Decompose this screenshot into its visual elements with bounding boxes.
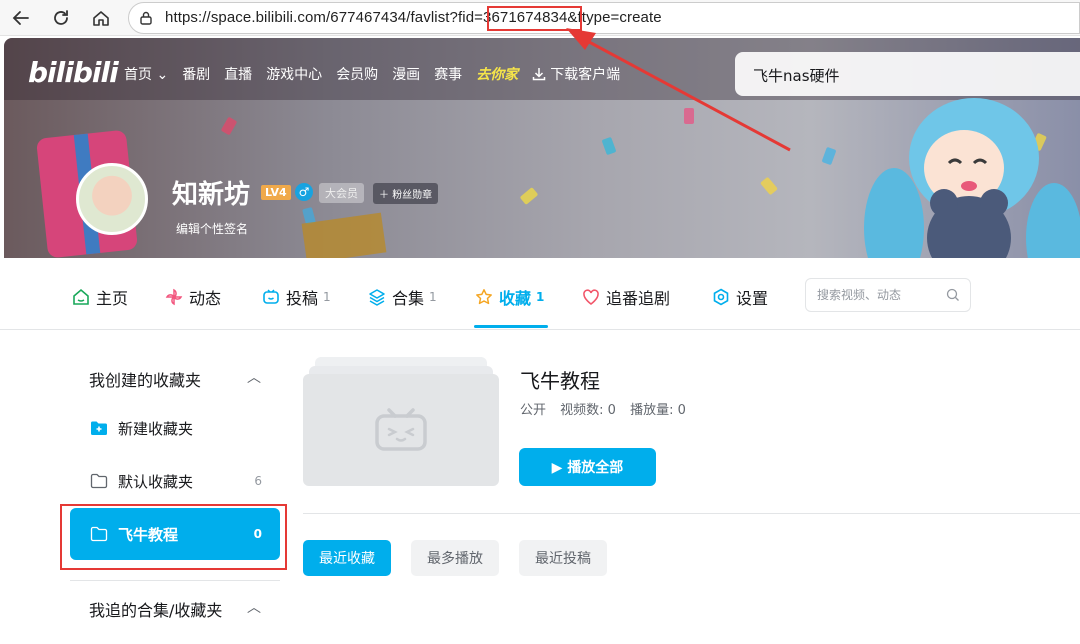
chevron-up-icon[interactable]: ︿ (247, 367, 261, 387)
active-tab-indicator (474, 325, 548, 328)
folder-highlight-box (60, 504, 287, 570)
bilibili-tv-placeholder-icon (375, 408, 427, 451)
sort-most-played[interactable]: 最多播放 (411, 540, 499, 576)
folder-video-count: 视频数: 0 (560, 403, 616, 418)
main-divider (303, 513, 1080, 514)
nav-match[interactable]: 赛事 (434, 64, 462, 84)
home-icon (72, 288, 90, 306)
nav-game[interactable]: 游戏中心 (266, 64, 322, 84)
folder-default[interactable]: 默认收藏夹 6 (70, 455, 280, 507)
chevron-up-icon[interactable]: ︿ (247, 597, 261, 617)
fid-highlight-box (487, 6, 582, 31)
nav-live[interactable]: 直播 (224, 64, 252, 84)
tab-settings[interactable]: 设置 (712, 285, 768, 309)
back-arrow-icon[interactable] (8, 5, 34, 31)
tab-home[interactable]: 主页 (72, 285, 128, 309)
settings-icon (712, 288, 730, 306)
signature-edit[interactable]: 编辑个性签名 (176, 220, 248, 237)
tab-following-series[interactable]: 追番追剧 (582, 285, 670, 309)
anime-character-illustration (864, 98, 1080, 258)
heart-icon (582, 288, 600, 306)
download-client[interactable]: 下载客户端 (532, 64, 634, 84)
tv-icon (262, 288, 280, 306)
tab-uploads[interactable]: 投稿 1 (262, 285, 331, 309)
nav-home[interactable]: 首页 ⌄ (124, 64, 168, 84)
refresh-icon[interactable] (48, 5, 74, 31)
folder-visibility: 公开 (520, 403, 547, 418)
game-badge[interactable]: 去你家 (476, 64, 518, 84)
level-badge: LV4 (261, 185, 291, 200)
bilibili-logo[interactable]: bilibili (28, 56, 119, 89)
tab-favorites[interactable]: 收藏 1 (475, 285, 544, 309)
nav-manga[interactable]: 漫画 (392, 64, 420, 84)
sort-recent-upload[interactable]: 最近投稿 (519, 540, 607, 576)
vip-badge[interactable]: 大会员 (319, 183, 364, 203)
new-folder-button[interactable]: 新建收藏夹 (70, 402, 280, 454)
add-folder-icon (91, 421, 107, 435)
folder-title: 飞牛教程 (520, 369, 600, 393)
avatar[interactable] (76, 163, 148, 235)
fan-medal-badge[interactable]: ＋ 粉丝勋章 (373, 183, 439, 204)
tab-dynamic[interactable]: 动态 (165, 285, 221, 309)
pinwheel-icon (165, 288, 183, 306)
space-search-box (805, 278, 971, 312)
url-text: https://space.bilibili.com/677467434/fav… (165, 9, 662, 26)
male-icon: ♂ (295, 183, 313, 201)
username: 知新坊 (172, 180, 251, 210)
space-search-input[interactable] (806, 279, 936, 311)
space-banner: bilibili 首页 ⌄ 番剧 直播 游戏中心 会员购 漫画 赛事 去你家 下… (4, 38, 1080, 258)
address-bar[interactable]: https://space.bilibili.com/677467434/fav… (128, 2, 1080, 34)
top-nav: 首页 ⌄ 番剧 直播 游戏中心 会员购 漫画 赛事 去你家 下载客户端 (124, 64, 648, 84)
stack-icon (368, 288, 386, 306)
folder-icon (90, 473, 108, 489)
nav-bangumi[interactable]: 番剧 (182, 64, 210, 84)
folder-play-count: 播放量: 0 (630, 403, 686, 418)
nav-mall[interactable]: 会员购 (336, 64, 378, 84)
search-icon[interactable] (946, 288, 960, 302)
play-all-button[interactable]: ▶ 播放全部 (519, 448, 656, 486)
download-icon (532, 68, 546, 81)
folder-meta: 公开 视频数: 0 播放量: 0 (520, 399, 696, 418)
created-folders-header[interactable]: 我创建的收藏夹 ︿ (89, 367, 261, 391)
sidebar-divider (70, 580, 280, 581)
home-browser-icon[interactable] (88, 5, 114, 31)
star-icon (475, 288, 493, 306)
tab-collections[interactable]: 合集 1 (368, 285, 437, 309)
followed-folders-header[interactable]: 我追的合集/收藏夹 ︿ (89, 597, 261, 621)
lock-icon (140, 11, 152, 25)
sort-recent-fav[interactable]: 最近收藏 (303, 540, 391, 576)
